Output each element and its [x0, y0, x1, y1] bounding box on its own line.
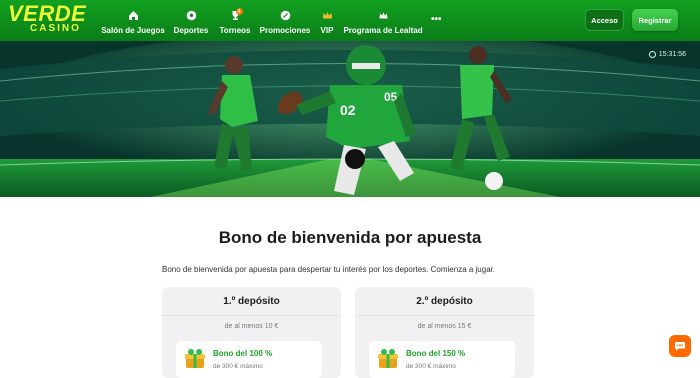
nav-label: VIP: [320, 26, 334, 35]
session-clock: 15:31:56: [648, 51, 686, 58]
bonus-percentage: Bono del 100 %: [213, 349, 273, 358]
chat-support-button[interactable]: [669, 335, 691, 357]
page-title: Bono de bienvenida por apuesta: [218, 228, 482, 247]
bonus-percentage: Bono del 150 %: [406, 349, 466, 358]
promo-icon: [280, 10, 291, 21]
nav-item-deportes[interactable]: Deportes: [174, 6, 208, 36]
bonus-box: Bono del 100 % de 300 € máximo: [176, 341, 322, 378]
loyalty-crown-icon: [378, 10, 389, 21]
crown-icon: [322, 10, 333, 21]
login-button[interactable]: Acceso: [585, 9, 624, 31]
deposit-minimum: de al menos 10 €: [224, 323, 279, 330]
register-button[interactable]: Registrar: [632, 9, 678, 31]
divider: [162, 315, 341, 316]
soccer-ball-icon: [186, 10, 197, 21]
hero-illustration: 02 05: [0, 41, 700, 197]
chat-bubble-icon: [675, 342, 685, 351]
nav-label: Torneos: [219, 26, 251, 35]
clock-icon: [648, 51, 656, 58]
nav-item-promociones[interactable]: Promociones: [259, 6, 311, 36]
bonus-maximum: de 300 € máximo: [213, 363, 263, 370]
tournaments-count-badge: 4: [235, 8, 243, 15]
page-description: Bono de bienvenida por apuesta para desp…: [162, 265, 496, 274]
nav-label: Programa de Lealtad: [343, 26, 423, 35]
more-menu-icon[interactable]: •••: [431, 14, 442, 25]
gift-coins-icon: [377, 348, 399, 370]
divider: [355, 315, 534, 316]
hero-banner: 02 05 15:31:56: [0, 41, 700, 197]
verde-casino-logo[interactable]: VERDE CASINO: [8, 1, 98, 37]
deposit-card-first[interactable]: 1.º depósito de al menos 10 € Bono del 1…: [162, 287, 341, 378]
nav-item-programa-de-lealtad[interactable]: Programa de Lealtad: [343, 6, 423, 36]
nav-label: Promociones: [259, 26, 311, 35]
deposit-card-title: 2.º depósito: [416, 296, 473, 307]
home-icon: [128, 10, 139, 21]
nav-item-torneos[interactable]: 4 Torneos: [220, 6, 250, 36]
nav-item-vip[interactable]: VIP: [319, 6, 335, 36]
deposit-card-second[interactable]: 2.º depósito de al menos 15 € Bono del 1…: [355, 287, 534, 378]
clock-time: 15:31:56: [658, 51, 686, 58]
nav-label: Salón de Juegos: [101, 26, 165, 35]
bonus-maximum: de 300 € máximo: [406, 363, 456, 370]
bonus-box: Bono del 150 % de 300 € máximo: [369, 341, 515, 378]
svg-text:02: 02: [340, 102, 356, 118]
top-navigation-bar: VERDE CASINO Salón de Juegos Deportes 4 …: [0, 0, 700, 41]
deposit-card-title: 1.º depósito: [223, 296, 280, 307]
deposit-minimum: de al menos 15 €: [417, 323, 472, 330]
trophy-icon: 4: [230, 8, 243, 21]
nav-label: Deportes: [173, 26, 209, 35]
logo-text-bottom: CASINO: [30, 23, 81, 34]
gift-coins-icon: [184, 348, 206, 370]
nav-item-salon-de-juegos[interactable]: Salón de Juegos: [101, 6, 165, 36]
